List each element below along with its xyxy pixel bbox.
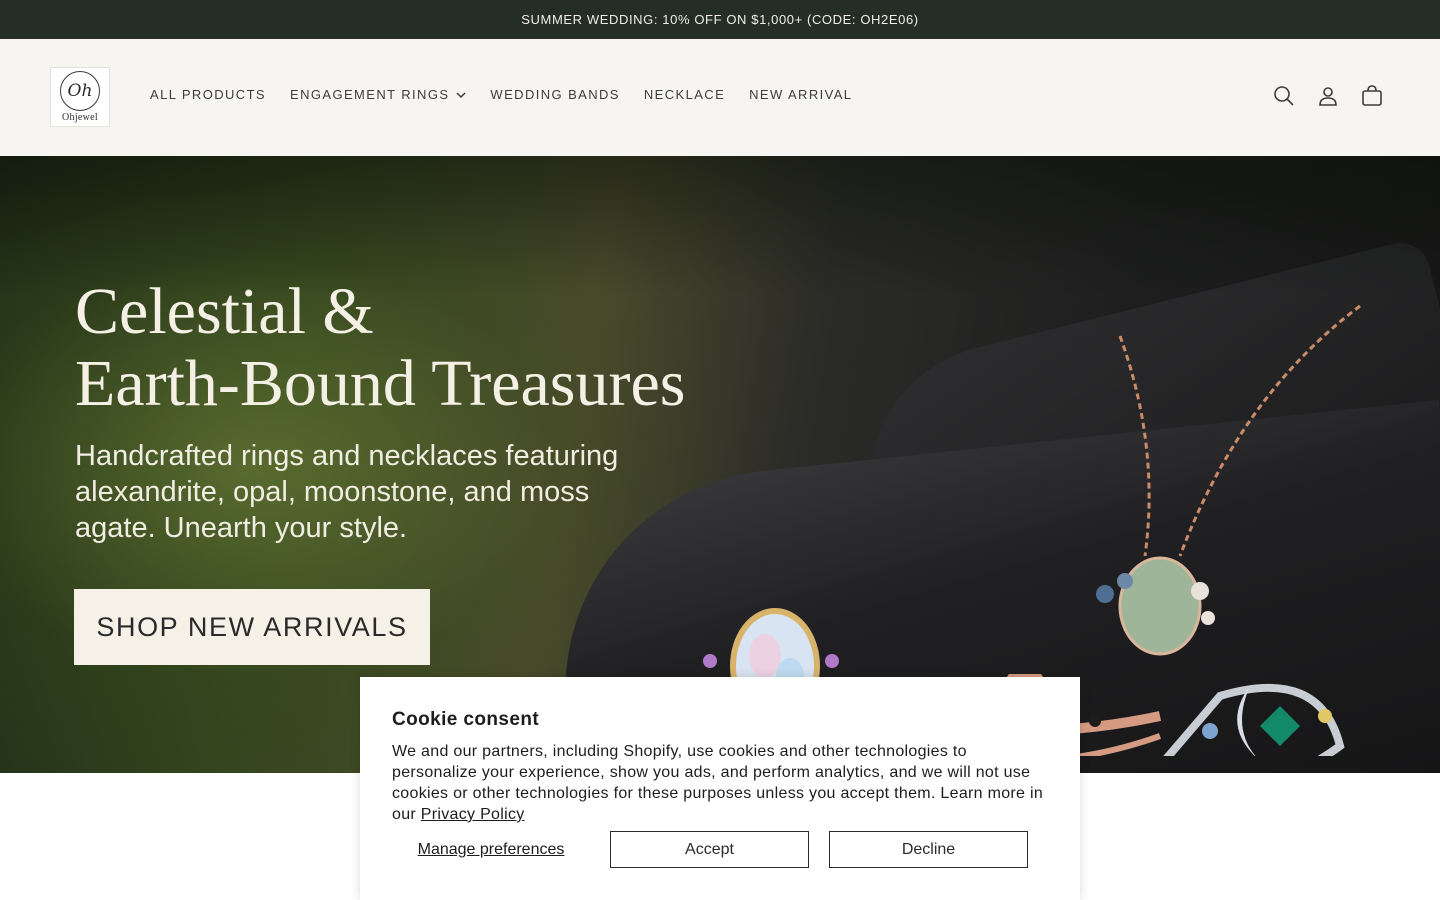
hero-title-line2: Earth-Bound Treasures [75,347,686,420]
nav-item-new-arrival[interactable]: NEW ARRIVAL [749,87,852,102]
shop-new-arrivals-button[interactable]: SHOP NEW ARRIVALS [74,589,430,665]
site-header: Oh Ohjewel ALL PRODUCTS ENGAGEMENT RINGS… [0,39,1440,156]
cookie-title: Cookie consent [392,709,540,730]
account-icon[interactable] [1316,84,1340,108]
nav-item-label: NECKLACE [643,87,726,102]
header-icons [1252,84,1384,108]
nav-item-all-products[interactable]: ALL PRODUCTS [150,87,266,102]
nav-item-label: WEDDING BANDS [490,87,620,102]
nav-item-wedding-bands[interactable]: WEDDING BANDS [490,87,619,102]
announcement-text: SUMMER WEDDING: 10% OFF ON $1,000+ (CODE… [521,12,919,27]
nav-item-engagement-rings[interactable]: ENGAGEMENT RINGS [290,87,466,102]
decline-button[interactable]: Decline [829,831,1028,868]
nav-item-label: NEW ARRIVAL [749,87,853,102]
nav-item-necklace[interactable]: NECKLACE [644,87,725,102]
logo-mark: Oh [60,71,100,111]
hero-subtitle: Handcrafted rings and necklaces featurin… [75,440,619,544]
logo-text: Ohjewel [62,112,98,123]
main-nav: ALL PRODUCTS ENGAGEMENT RINGS WEDDING BA… [150,87,876,102]
cookie-actions: Manage preferences Accept Decline [392,831,1048,868]
hero-title: Celestial & Earth-Bound Treasures [75,276,685,420]
logo[interactable]: Oh Ohjewel [50,67,110,127]
nav-item-label: ALL PRODUCTS [150,87,267,102]
accept-button[interactable]: Accept [610,831,809,868]
privacy-policy-link[interactable]: Privacy Policy [421,806,525,823]
cart-icon[interactable] [1360,84,1384,108]
hero-title-line1: Celestial & [75,275,374,348]
chevron-down-icon [456,91,466,98]
cookie-consent-dialog: Cookie consent We and our partners, incl… [360,677,1080,900]
cookie-body: We and our partners, including Shopify, … [392,741,1048,825]
manage-preferences-button[interactable]: Manage preferences [392,831,590,868]
nav-item-label: ENGAGEMENT RINGS [290,87,450,102]
announcement-bar: SUMMER WEDDING: 10% OFF ON $1,000+ (CODE… [0,0,1440,39]
search-icon[interactable] [1272,84,1296,108]
